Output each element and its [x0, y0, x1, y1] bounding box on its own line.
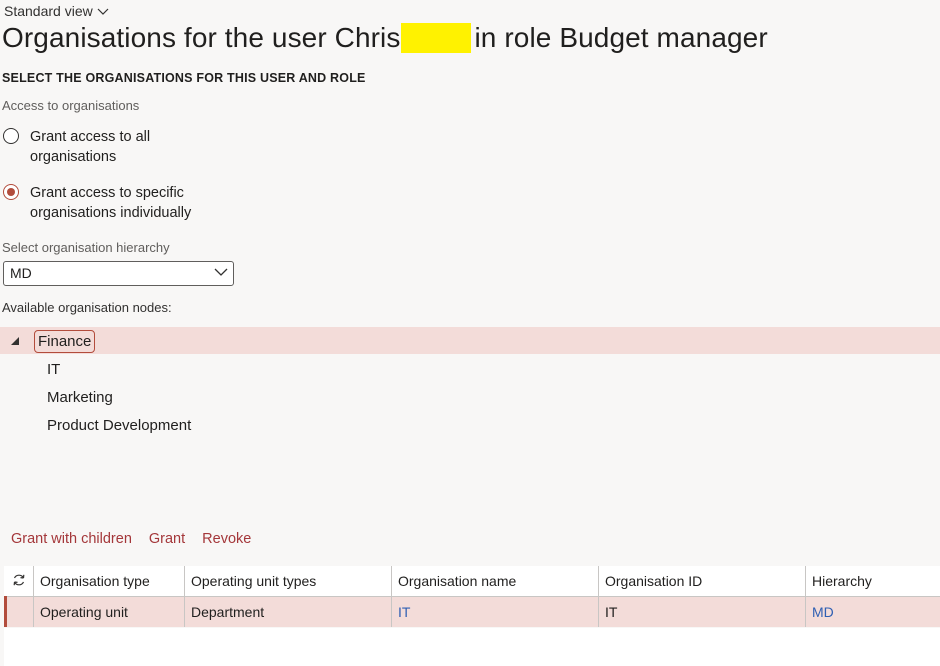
cell-operating-unit-type: Department — [184, 596, 392, 627]
caret-expanded-icon[interactable] — [11, 337, 19, 345]
section-title: SELECT THE ORGANISATIONS FOR THIS USER A… — [2, 71, 366, 85]
view-label: Standard view — [4, 3, 93, 19]
grid-empty-area — [4, 628, 940, 666]
tree-node-marketing[interactable]: Marketing — [47, 389, 113, 406]
grant-button[interactable]: Grant — [149, 531, 185, 547]
chevron-down-icon — [97, 8, 109, 15]
tree-node-finance[interactable]: Finance — [34, 330, 96, 353]
view-selector[interactable]: Standard view — [4, 3, 109, 19]
column-header-organisation-id[interactable]: Organisation ID — [598, 566, 806, 597]
column-header-operating-unit-types[interactable]: Operating unit types — [184, 566, 392, 597]
revoke-button[interactable]: Revoke — [202, 531, 251, 547]
grant-with-children-button[interactable]: Grant with children — [11, 531, 132, 547]
action-bar: Grant with children Grant Revoke — [11, 531, 251, 547]
page-title: Organisations for the user Chris in role … — [2, 22, 768, 54]
column-header-hierarchy[interactable]: Hierarchy — [805, 566, 940, 597]
access-label: Access to organisations — [2, 98, 140, 113]
hierarchy-label: Select organisation hierarchy — [2, 240, 170, 255]
chevron-down-icon — [214, 268, 228, 276]
radio-button-selected[interactable] — [3, 184, 19, 200]
tree-node-it[interactable]: IT — [47, 361, 60, 378]
radio-button[interactable] — [3, 128, 19, 144]
radio-label: Grant access to all organisations — [30, 129, 151, 165]
table-row[interactable]: Operating unit Department IT IT MD — [4, 596, 940, 627]
hierarchy-select[interactable]: MD — [3, 261, 234, 286]
refresh-icon[interactable] — [5, 566, 34, 597]
tree-label: Available organisation nodes: — [2, 300, 172, 315]
radio-grant-all[interactable]: Grant access to all organisations — [3, 127, 230, 167]
hierarchy-link[interactable]: MD — [812, 604, 834, 620]
page-title-prefix: Organisations for the user Chris — [2, 22, 401, 53]
page-title-suffix: in role Budget manager — [474, 22, 768, 53]
hierarchy-value: MD — [10, 265, 32, 281]
tree-node-product-development[interactable]: Product Development — [47, 417, 191, 434]
redaction-box — [401, 23, 472, 53]
cell-organisation-name: IT — [391, 596, 599, 627]
radio-label: Grant access to specific organisations i… — [30, 185, 192, 221]
row-selector[interactable] — [4, 596, 34, 627]
column-header-organisation-type[interactable]: Organisation type — [33, 566, 185, 597]
column-header-organisation-name[interactable]: Organisation name — [391, 566, 599, 597]
tree-row-selected[interactable] — [0, 327, 940, 354]
grid-header-row: Organisation type Operating unit types O… — [5, 566, 940, 597]
cell-organisation-id: IT — [598, 596, 806, 627]
cell-hierarchy: MD — [805, 596, 940, 627]
organisation-name-link[interactable]: IT — [398, 604, 410, 620]
organisations-grid: Organisation type Operating unit types O… — [4, 566, 940, 627]
cell-organisation-type: Operating unit — [33, 596, 185, 627]
radio-grant-specific[interactable]: Grant access to specific organisations i… — [3, 183, 230, 223]
